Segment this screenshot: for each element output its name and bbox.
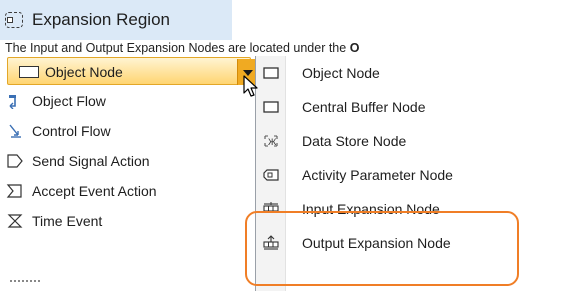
control-flow-icon [4, 122, 26, 140]
palette-item-send-signal-action[interactable]: Send Signal Action [4, 146, 150, 176]
palette-item-control-flow[interactable]: Control Flow [4, 116, 111, 146]
instruction-text: The Input and Output Expansion Nodes are… [5, 41, 359, 55]
menu-item-label: Central Buffer Node [302, 99, 426, 115]
partial-palette-item [10, 280, 40, 282]
highlight-outline [245, 211, 519, 286]
instruction-sentence: The Input and Output Expansion Nodes are… [5, 41, 350, 55]
central-buffer-node-icon [256, 101, 286, 113]
palette-item-label: Send Signal Action [32, 153, 150, 169]
expansion-region-icon [5, 12, 23, 28]
menu-item-label: Activity Parameter Node [302, 167, 453, 183]
data-store-node-icon: Ж [256, 133, 286, 149]
menu-item-label: Data Store Node [302, 133, 407, 149]
palette-item-label: Control Flow [32, 123, 111, 139]
accept-event-icon [4, 182, 26, 200]
palette-item-object-node-selected[interactable]: Object Node [7, 57, 258, 85]
palette-item-object-flow[interactable]: Object Flow [4, 86, 106, 116]
send-signal-icon [4, 152, 26, 170]
menu-item-object-node[interactable]: Object Node [256, 56, 565, 90]
palette-item-label: Accept Event Action [32, 183, 157, 199]
object-flow-icon [4, 92, 26, 110]
instruction-bold: O [349, 41, 360, 55]
mouse-cursor-icon [243, 75, 258, 97]
expansion-region-header[interactable]: Expansion Region [0, 0, 232, 40]
menu-item-activity-parameter-node[interactable]: Activity Parameter Node [256, 158, 565, 192]
menu-item-data-store-node[interactable]: Ж Data Store Node [256, 124, 565, 158]
palette-item-label: Time Event [32, 213, 103, 229]
menu-item-central-buffer-node[interactable]: Central Buffer Node [256, 90, 565, 124]
activity-parameter-node-icon [256, 168, 286, 182]
palette-item-label: Object Node [45, 64, 123, 80]
time-event-icon [4, 212, 26, 230]
menu-item-label: Object Node [302, 65, 380, 81]
palette-panel: Object Node Object Flow Control Flow Sen… [0, 56, 258, 291]
expansion-region-label: Expansion Region [32, 10, 170, 29]
svg-text:Ж: Ж [268, 137, 277, 147]
palette-item-time-event[interactable]: Time Event [4, 206, 102, 236]
object-node-icon [19, 66, 39, 78]
palette-item-label: Object Flow [32, 93, 106, 109]
palette-item-accept-event-action[interactable]: Accept Event Action [4, 176, 157, 206]
